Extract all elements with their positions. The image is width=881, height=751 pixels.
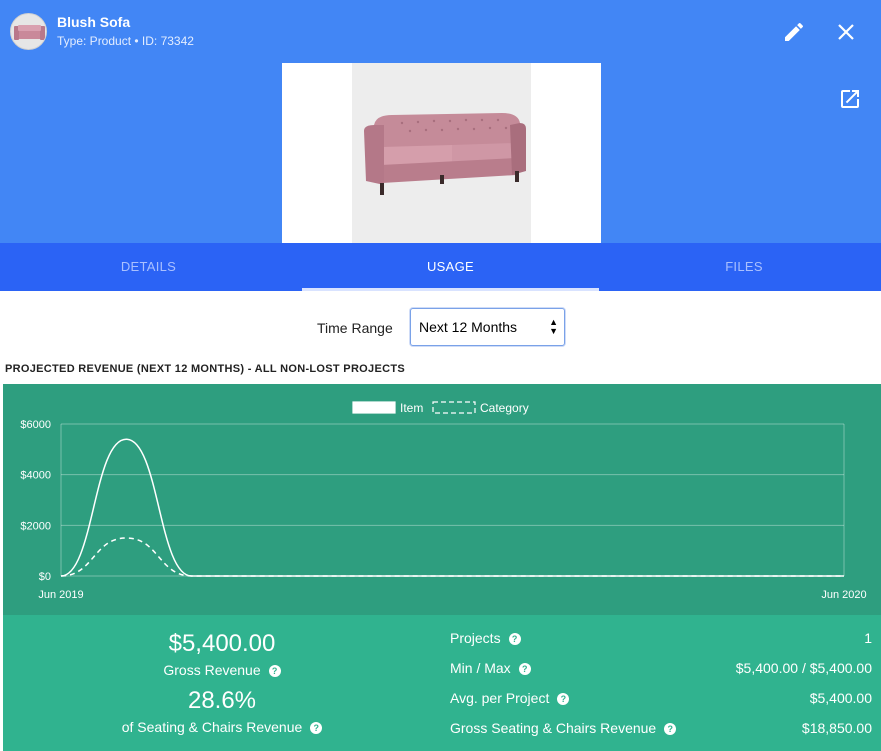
- help-icon[interactable]: ?: [268, 665, 281, 677]
- stat-name-gross-category: Gross Seating & Chairs Revenue?: [450, 720, 677, 736]
- tab-usage[interactable]: USAGE: [302, 243, 599, 291]
- active-tab-indicator: [302, 288, 599, 291]
- product-photo: [352, 63, 531, 243]
- series-line-item: [60, 438, 844, 577]
- x-tick-label: Jun 2020: [821, 589, 866, 601]
- time-range-select[interactable]: Next 12 Months ▲ ▼: [410, 308, 565, 346]
- time-range-label: Time Range: [317, 320, 393, 336]
- stat-name-avg: Avg. per Project?: [450, 690, 570, 706]
- close-icon: [838, 24, 854, 40]
- x-tick-label: Jun 2019: [38, 589, 83, 601]
- help-icon[interactable]: ?: [664, 723, 677, 735]
- y-tick-label: $4000: [20, 470, 51, 482]
- legend-label: Item: [400, 401, 423, 415]
- product-image: [282, 63, 601, 243]
- tab-files[interactable]: FILES: [599, 243, 881, 291]
- product-title: Blush Sofa: [57, 14, 131, 30]
- product-subtitle: Type: Product • ID: 73342: [57, 34, 194, 48]
- revenue-chart: $0 $2000 $4000 $6000 Jun 2019 Jun 2020 Item Cat…: [3, 384, 881, 615]
- gross-revenue-label: Gross Revenue: [163, 662, 261, 678]
- revenue-chart-svg: $0 $2000 $4000 $6000 Jun 2019 Jun 2020 Item Cat…: [20, 401, 866, 601]
- time-range-value: Next 12 Months: [419, 319, 518, 335]
- edit-button[interactable]: [782, 20, 806, 44]
- open-in-new-icon: [841, 90, 859, 108]
- y-tick-label: $0: [39, 571, 51, 583]
- help-icon[interactable]: ?: [310, 722, 323, 734]
- legend-swatch: [432, 401, 476, 414]
- stat-name-min-max: Min / Max?: [450, 660, 531, 676]
- series-line-category: [60, 537, 844, 577]
- y-tick-label: $2000: [20, 520, 51, 532]
- stat-value-min-max: $5,400.00 / $5,400.00: [735, 660, 872, 676]
- stat-value-avg: $5,400.00: [809, 690, 872, 706]
- gross-revenue-label-row: Gross Revenue?: [3, 662, 441, 678]
- tab-details[interactable]: DETAILS: [0, 243, 297, 291]
- legend-swatch: [352, 401, 396, 414]
- help-icon[interactable]: ?: [557, 693, 570, 705]
- share-value: 28.6%: [187, 687, 257, 714]
- product-header: Blush Sofa Type: Product • ID: 73342: [0, 0, 881, 243]
- help-icon[interactable]: ?: [518, 663, 531, 675]
- product-avatar: [10, 13, 47, 50]
- stat-name-projects: Projects?: [450, 630, 521, 646]
- close-button[interactable]: [834, 20, 858, 44]
- y-tick-label: $6000: [20, 419, 51, 431]
- tab-bar: DETAILS USAGE FILES: [0, 243, 881, 291]
- pencil-icon: [785, 22, 804, 41]
- help-icon[interactable]: ?: [508, 633, 521, 645]
- share-label: of Seating & Chairs Revenue: [121, 719, 303, 735]
- stats-panel: $5,400.00 Gross Revenue? 28.6% of Seatin…: [3, 615, 881, 751]
- legend-label: Category: [480, 401, 529, 415]
- stat-value-gross-category: $18,850.00: [801, 720, 872, 736]
- gross-revenue-value: $5,400.00: [168, 630, 276, 657]
- open-in-new-button[interactable]: [838, 87, 862, 111]
- section-title: PROJECTED REVENUE (NEXT 12 MONTHS) - ALL…: [5, 363, 405, 375]
- stat-value-projects: 1: [864, 630, 872, 646]
- share-label-row: of Seating & Chairs Revenue?: [3, 719, 441, 735]
